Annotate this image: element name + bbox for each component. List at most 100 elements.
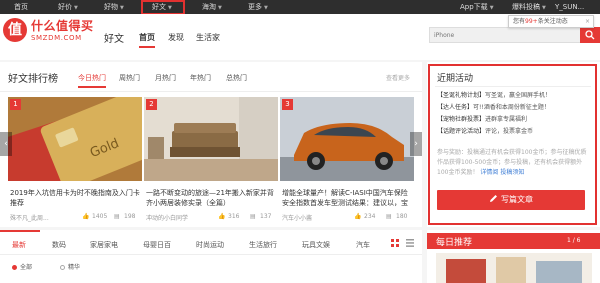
filter-all[interactable]: 全部 [12, 262, 32, 271]
comment-count: 137 [260, 213, 272, 220]
activity-text: 写圣诞，赢全国屏手机！ [485, 92, 552, 99]
category-latest[interactable]: 最新 [12, 240, 26, 250]
like-count: 316 [228, 213, 240, 220]
top-nav-more[interactable]: 更多 ▼ [248, 0, 268, 14]
tab-year[interactable]: 年热门 [190, 73, 211, 83]
tab-today[interactable]: 今日热门 [78, 73, 106, 88]
activity-text: 可!!酒香和本周份新征主题！ [473, 104, 550, 111]
activity-tag: 【宠物社群投票】 [437, 116, 486, 123]
report-link[interactable]: 爆料投稿 ▼ [512, 0, 546, 14]
category-bar: 最新 数码 家居家电 母婴日百 时尚运动 生活旅行 玩具文娱 汽车 全部 精华 [0, 230, 422, 283]
category-home-appliance[interactable]: 家居家电 [90, 240, 118, 250]
chevron-down-icon: ▼ [542, 5, 546, 11]
active-tab-indicator [0, 230, 40, 232]
activity-tag: 【达人任务】 [437, 104, 474, 111]
activity-tag: 【圣诞礼物计划】 [437, 92, 486, 99]
divider [435, 86, 591, 87]
close-icon[interactable]: × [585, 16, 590, 27]
article-author[interactable]: 汽车小小酱 [282, 213, 312, 222]
app-download-link[interactable]: App下载 ▼ [460, 0, 494, 14]
filter-featured[interactable]: 精华 [60, 262, 80, 271]
top-nav-home[interactable]: 首页 [14, 0, 28, 14]
tab-all[interactable]: 总热门 [226, 73, 247, 83]
activity-title: 近期活动 [437, 74, 474, 84]
logo-mark[interactable]: 值 [3, 18, 27, 42]
category-digital[interactable]: 数码 [52, 240, 66, 250]
notify-prefix: 您有 [513, 18, 526, 25]
divider [0, 91, 422, 92]
top-nav-haitao-label: 海淘 [202, 3, 216, 11]
article-thumbnail[interactable]: 3 [280, 97, 414, 181]
user-name: Y_SUN... [555, 3, 585, 11]
more-link[interactable]: 查看更多 [386, 73, 410, 82]
thumb-up-icon: 👍 [354, 213, 362, 220]
category-auto[interactable]: 汽车 [356, 240, 370, 250]
like-count: 234 [364, 213, 376, 220]
activity-text: 评论，投票拿金币 [485, 128, 534, 135]
nav-lifestyle[interactable]: 生活家 [196, 32, 220, 43]
category-life-travel[interactable]: 生活旅行 [249, 240, 277, 250]
nav-home[interactable]: 首页 [139, 32, 155, 48]
search-icon [585, 30, 595, 40]
article-meta: 汽车小小酱 👍 234 ▤ 180 [282, 213, 414, 222]
article-thumbnail[interactable]: Gold 1 [8, 97, 142, 181]
chevron-down-icon: ▼ [489, 5, 494, 11]
article-author[interactable]: 殊不凡_此周... [10, 213, 49, 222]
section-title[interactable]: 好文 [104, 30, 124, 45]
chevron-down-icon: ▼ [264, 5, 268, 11]
report-label: 爆料投稿 [512, 3, 540, 11]
logo-name[interactable]: 什么值得买 [31, 17, 94, 34]
details-link[interactable]: 详情阅 [480, 169, 498, 176]
rank-badge: 1 [10, 99, 21, 110]
search-input[interactable] [434, 30, 554, 40]
recommend-image[interactable] [436, 253, 592, 283]
daily-pagination[interactable]: 1 / 6 [567, 237, 580, 244]
pencil-icon [490, 195, 497, 202]
activity-text: 进群拿专属福利 [485, 116, 528, 123]
top-nav-goods[interactable]: 好物 ▼ [104, 0, 124, 14]
chevron-down-icon: ▼ [218, 5, 222, 11]
thumb-up-icon: 👍 [218, 213, 226, 220]
top-nav-deals[interactable]: 好价 ▼ [58, 0, 78, 14]
activity-item[interactable]: 【达人任务】可!!酒香和本周份新征主题！ [437, 104, 550, 112]
search-button[interactable] [580, 27, 600, 43]
activity-item[interactable]: 【话题评论活动】评论，投票拿金币 [437, 128, 533, 136]
comment-icon: ▤ [386, 213, 392, 220]
article-title[interactable]: 增能全球量产！解读C-IASI中国汽车保险安全指数首发车型测试结果：建议以，宝 [282, 188, 414, 208]
rank-badge: 3 [282, 99, 293, 110]
top-nav-bar: 首页 好价 ▼ 好物 ▼ 好文 ▼ 海淘 ▼ 更多 ▼ App下载 ▼ 爆料投稿 ▼ Y_SU… [0, 0, 600, 15]
carousel-next-button[interactable]: › [410, 132, 422, 156]
article-meta: 冲动的小白同学 👍 316 ▤ 137 [146, 213, 278, 222]
write-article-label: 写篇文章 [501, 195, 533, 204]
daily-recommend-panel: 每日推荐 1 / 6 [427, 230, 600, 283]
article-author[interactable]: 冲动的小白同学 [146, 213, 188, 222]
article-thumbnail[interactable]: 2 [144, 97, 278, 181]
category-toys-culture[interactable]: 玩具文娱 [302, 240, 330, 250]
category-fashion-sport[interactable]: 时尚运动 [196, 240, 224, 250]
write-article-button[interactable]: 写篇文章 [437, 190, 585, 210]
highlight-box [141, 0, 185, 15]
comment-icon: ▤ [114, 213, 120, 220]
tab-month[interactable]: 月热门 [155, 73, 176, 83]
search-box [429, 27, 580, 43]
user-menu[interactable]: Y_SUN... [555, 0, 584, 14]
article-title[interactable]: 2019年入坑信用卡为时不晚指南及入门卡推荐 [10, 188, 142, 208]
activity-item[interactable]: 【圣诞礼物计划】写圣诞，赢全国屏手机！ [437, 92, 551, 100]
notification-popup[interactable]: 您有99+条关注动态 × [508, 15, 594, 28]
tab-week[interactable]: 周热门 [119, 73, 140, 83]
logo-domain: SMZDM.COM [31, 34, 82, 42]
top-nav-more-label: 更多 [248, 3, 262, 11]
carousel-prev-button[interactable]: ‹ [0, 132, 12, 156]
thumb-up-icon: 👍 [82, 213, 90, 220]
comment-count: 180 [396, 213, 408, 220]
list-view-icon[interactable] [406, 239, 414, 247]
submission-guide-link[interactable]: 投稿须知 [500, 169, 524, 176]
category-baby-daily[interactable]: 母婴日百 [143, 240, 171, 250]
activity-item[interactable]: 【宠物社群投票】进群拿专属福利 [437, 116, 527, 124]
nav-discover[interactable]: 发现 [168, 32, 184, 43]
rank-badge: 2 [146, 99, 157, 110]
grid-view-icon[interactable] [391, 239, 399, 247]
article-title[interactable]: 一路不断变动的旅途—21年搬入新家并背齐小两居装修实录（全篇） [146, 188, 278, 208]
ranking-panel: 好文排行榜 今日热门 周热门 月热门 年热门 总热门 查看更多 Gold 1 2… [0, 62, 422, 227]
top-nav-haitao[interactable]: 海淘 ▼ [202, 0, 222, 14]
